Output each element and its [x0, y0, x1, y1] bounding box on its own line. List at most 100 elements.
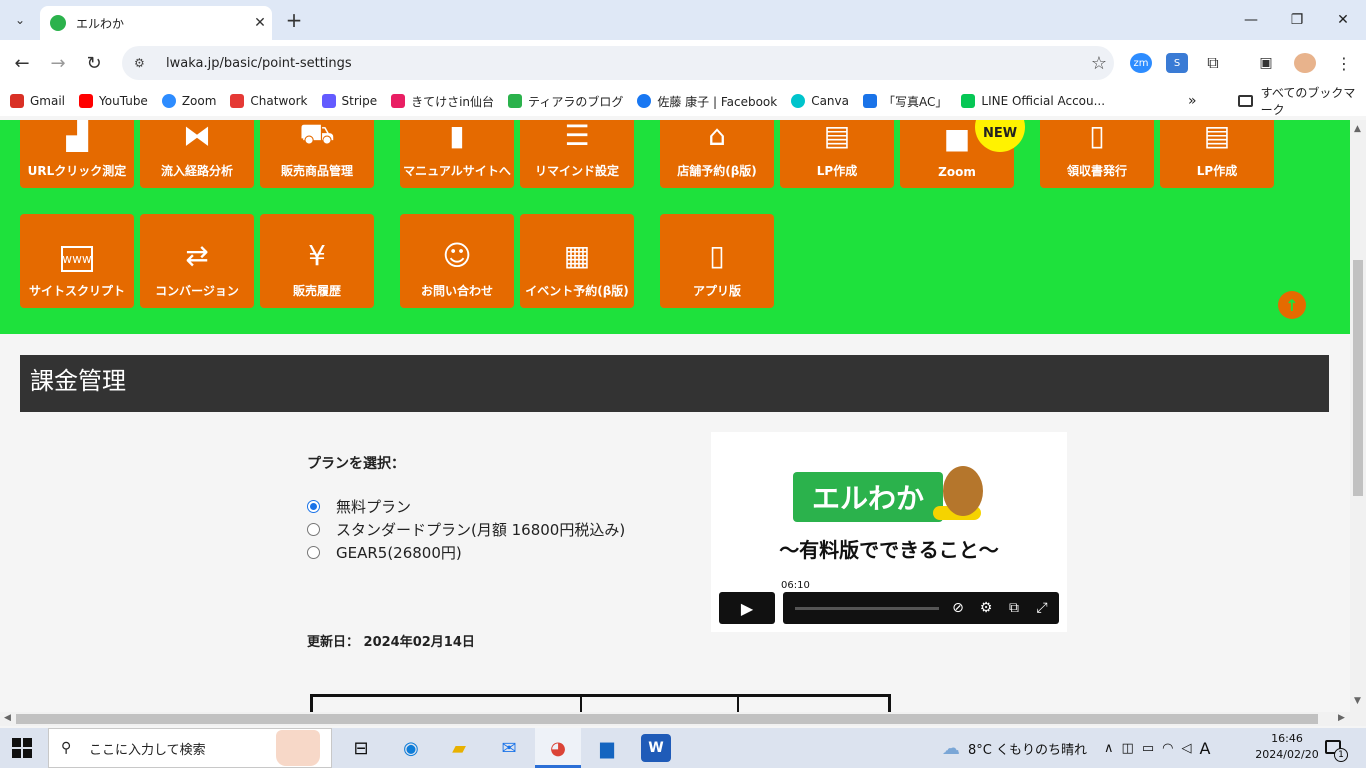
facebook-icon [637, 94, 652, 108]
bookmark-star-icon[interactable]: ☆ [1084, 53, 1114, 74]
bookmark-youtube[interactable]: YouTube [79, 94, 148, 108]
address-bar[interactable]: ⚙ lwaka.jp/basic/point-settings ☆ [122, 46, 1114, 80]
desktop-app-icon[interactable]: ▆ [592, 734, 622, 762]
tab-search-button[interactable]: ⌄ [6, 8, 34, 32]
weather-widget[interactable]: ☁ 8°C くもりのち晴れ [942, 728, 1087, 768]
taskbar-clock[interactable]: 16:46 2024/02/20 [1254, 731, 1320, 763]
chevron-up-icon[interactable]: ∧ [1104, 741, 1114, 756]
bookmark-label: Canva [811, 94, 849, 108]
menu-tile-traffic-analysis[interactable]: ⧓ 流入経路分析 [140, 120, 254, 188]
bookmark-tiara-blog[interactable]: ティアラのブログ [508, 93, 623, 110]
menu-tile-remind-settings[interactable]: ☰ リマインド設定 [520, 120, 634, 188]
side-panel-icon[interactable]: ▣ [1255, 53, 1277, 73]
scroll-down-arrow-icon[interactable]: ▼ [1354, 696, 1361, 706]
all-bookmarks-folder[interactable]: すべてのブックマーク [1238, 86, 1366, 117]
vertical-scroll-thumb[interactable] [1353, 260, 1363, 496]
browser-tab-bar: ⌄ エルわか ✕ + — ❐ ✕ [0, 0, 1366, 40]
system-tray: ∧ ◫ ▭ ◠ ◁ A [1104, 728, 1210, 768]
scroll-top-arrow-icon[interactable]: ↑ [1278, 291, 1306, 319]
url-text[interactable]: lwaka.jp/basic/point-settings [166, 56, 1084, 71]
radio-button[interactable] [307, 523, 320, 536]
back-button[interactable]: ← [8, 49, 36, 77]
tile-label: URLクリック測定 [27, 164, 127, 178]
menu-tile-sales-history[interactable]: ¥ 販売履歴 [260, 214, 374, 308]
forward-button[interactable]: → [44, 49, 72, 77]
chrome-icon[interactable]: ◕ [543, 734, 573, 762]
meet-now-icon[interactable]: ◫ [1122, 741, 1134, 756]
zoom-extension-icon[interactable]: zm [1130, 53, 1152, 73]
chart-search-icon: ▟ [66, 120, 88, 152]
mail-icon[interactable]: ✉ [494, 734, 524, 762]
new-tab-button[interactable]: + [282, 8, 306, 32]
bookmark-photo-ac[interactable]: 「写真AC」 [863, 93, 947, 110]
scroll-up-arrow-icon[interactable]: ▲ [1354, 124, 1361, 134]
picture-in-picture-icon[interactable]: ⧉ [1003, 597, 1025, 619]
scroll-left-arrow-icon[interactable]: ◀ [4, 713, 11, 723]
battery-icon[interactable]: ▭ [1142, 741, 1154, 756]
bookmark-zoom[interactable]: Zoom [161, 94, 216, 108]
reload-button[interactable]: ↻ [80, 49, 108, 77]
file-explorer-icon[interactable]: ▰ [444, 734, 474, 762]
radio-button[interactable] [307, 546, 320, 559]
settings-gear-icon[interactable]: ⚙ [975, 597, 997, 619]
browser-menu-icon[interactable]: ⋮ [1333, 53, 1355, 73]
bookmark-line[interactable]: LINE Official Accou... [961, 94, 1105, 108]
video-subtitle: 〜有料版でできること〜 [779, 538, 999, 562]
browser-tab[interactable]: エルわか ✕ [40, 6, 272, 40]
bookmark-facebook[interactable]: 佐藤 康子 | Facebook [637, 93, 777, 110]
plan-option-gear5[interactable]: GEAR5(26800円) [307, 542, 462, 563]
menu-tile-lp-create-2[interactable]: ▤ LP作成 [1160, 120, 1274, 188]
video-player[interactable]: エルわか 〜有料版でできること〜 06:10 ▶ ⊘ ⚙ ⧉ ⤢ [711, 432, 1067, 632]
minimize-button[interactable]: — [1228, 0, 1274, 40]
scroll-right-arrow-icon[interactable]: ▶ [1338, 713, 1345, 723]
task-view-icon[interactable]: ⊟ [346, 734, 376, 762]
horizontal-scroll-thumb[interactable] [16, 714, 1318, 724]
plan-option-free[interactable]: 無料プラン [307, 496, 411, 517]
menu-tile-receipt[interactable]: ▯ 領収書発行 [1040, 120, 1154, 188]
search-highlight-cake-icon[interactable] [276, 730, 320, 766]
close-window-button[interactable]: ✕ [1320, 0, 1366, 40]
horizontal-scrollbar[interactable]: ◀ ▶ [0, 712, 1350, 726]
wifi-icon[interactable]: ◠ [1162, 741, 1173, 756]
edge-browser-icon[interactable]: ◉ [396, 734, 426, 762]
more-bookmarks-chevron-icon[interactable]: » [1188, 86, 1197, 116]
bookmark-chatwork[interactable]: Chatwork [230, 94, 308, 108]
menu-tile-store-reservation[interactable]: ⌂ 店舗予約(β版) [660, 120, 774, 188]
menu-tile-product-management[interactable]: ⛟ 販売商品管理 [260, 120, 374, 188]
bookmark-canva[interactable]: Canva [791, 94, 849, 108]
menu-tile-app-version[interactable]: ▯ アプリ版 [660, 214, 774, 308]
menu-tile-lp-create[interactable]: ▤ LP作成 [780, 120, 894, 188]
extensions-puzzle-icon[interactable]: ⧉ [1202, 53, 1224, 73]
menu-tile-conversion[interactable]: ⇄ コンバージョン [140, 214, 254, 308]
fullscreen-icon[interactable]: ⤢ [1031, 597, 1053, 619]
page-viewport: ▟ URLクリック測定 ⧓ 流入経路分析 ⛟ 販売商品管理 ▮ マニュアルサイトへ ☰ リ… [0, 120, 1350, 712]
site-info-icon[interactable]: ⚙ [134, 56, 156, 70]
plan-option-label: GEAR5(26800円) [336, 544, 462, 562]
plan-option-standard[interactable]: スタンダードプラン(月額 16800円税込み) [307, 519, 625, 540]
bookmark-kitekesa[interactable]: きてけさin仙台 [391, 93, 494, 110]
cart-icon: ⛟ [299, 120, 335, 150]
menu-tile-url-click[interactable]: ▟ URLクリック測定 [20, 120, 134, 188]
menu-tile-manual-site[interactable]: ▮ マニュアルサイトへ [400, 120, 514, 188]
extension-icon[interactable]: S [1166, 53, 1188, 73]
menu-tile-site-script[interactable]: www サイトスクリプト [20, 214, 134, 308]
video-progress-bar[interactable] [795, 607, 939, 610]
ime-indicator[interactable]: A [1199, 739, 1210, 758]
bookmark-stripe[interactable]: Stripe [321, 94, 378, 108]
word-icon[interactable]: W [641, 734, 671, 762]
volume-icon[interactable]: ◁ [1181, 741, 1191, 756]
windows-start-button[interactable] [12, 738, 32, 758]
menu-tile-event-reservation[interactable]: ▦ イベント予約(β版) [520, 214, 634, 308]
profile-avatar[interactable] [1294, 53, 1316, 73]
tile-label: アプリ版 [692, 284, 741, 298]
bookmark-label: Stripe [341, 94, 378, 108]
restore-button[interactable]: ❐ [1274, 0, 1320, 40]
mute-icon[interactable]: ⊘ [947, 597, 969, 619]
radio-button[interactable] [307, 500, 320, 513]
tab-close-icon[interactable]: ✕ [248, 15, 272, 31]
vertical-scrollbar[interactable]: ▲ ▼ [1350, 120, 1366, 726]
bookmark-gmail[interactable]: Gmail [10, 94, 65, 108]
chatwork-icon [230, 94, 245, 108]
play-button[interactable]: ▶ [719, 592, 775, 624]
menu-tile-contact[interactable]: ☺ お問い合わせ [400, 214, 514, 308]
